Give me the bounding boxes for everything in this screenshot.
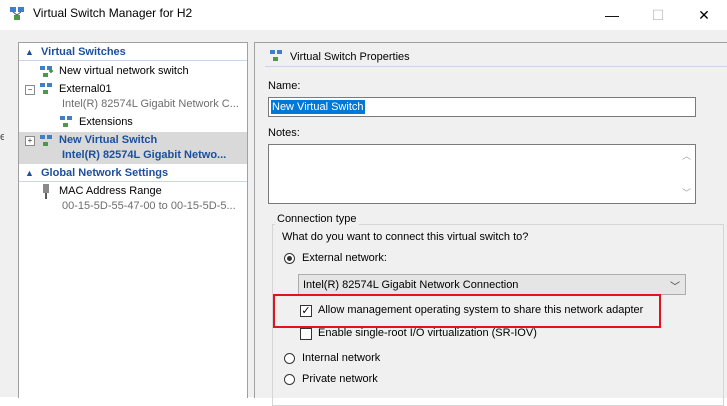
tree-item-mac-range[interactable]: MAC Address Range bbox=[59, 185, 162, 197]
network-switch-icon bbox=[270, 50, 282, 61]
mac-range-value: 00-15-5D-55-47-00 to 00-15-5D-5... bbox=[62, 200, 236, 212]
name-input[interactable]: New Virtual Switch bbox=[268, 97, 696, 117]
maximize-button: ☐ bbox=[651, 6, 665, 23]
selected-switch-name: New Virtual Switch bbox=[59, 134, 158, 146]
tree-item-external01[interactable]: External01 bbox=[59, 83, 112, 95]
tree-item-adapter: Intel(R) 82574L Gigabit Network C... bbox=[62, 98, 239, 110]
private-network-label[interactable]: Private network bbox=[302, 373, 378, 385]
expand-toggle[interactable]: + bbox=[25, 136, 35, 146]
sriov-checkbox[interactable] bbox=[300, 328, 312, 340]
internal-network-radio[interactable] bbox=[284, 353, 295, 364]
external-network-radio[interactable] bbox=[284, 253, 295, 264]
properties-title: Virtual Switch Properties bbox=[290, 51, 410, 63]
extensions-icon bbox=[60, 116, 72, 127]
collapse-icon: ▲ bbox=[25, 168, 34, 178]
external-network-label[interactable]: External network: bbox=[302, 252, 387, 264]
network-plug-icon bbox=[43, 184, 49, 199]
name-value: New Virtual Switch bbox=[271, 100, 365, 114]
connection-type-legend: Connection type bbox=[275, 213, 359, 225]
red-highlight-box bbox=[273, 294, 661, 328]
tree-item-selected[interactable]: + New Virtual Switch Intel(R) 82574L Gig… bbox=[19, 132, 247, 164]
adapter-selected-value: Intel(R) 82574L Gigabit Network Connecti… bbox=[303, 279, 519, 291]
selected-switch-adapter: Intel(R) 82574L Gigabit Netwo... bbox=[62, 149, 227, 161]
close-button[interactable]: ✕ bbox=[681, 0, 727, 30]
scroll-down-icon[interactable]: ﹀ bbox=[682, 186, 691, 199]
notes-label: Notes: bbox=[268, 127, 300, 139]
properties-header: Virtual Switch Properties bbox=[255, 43, 727, 67]
sriov-label[interactable]: Enable single-root I/O virtualization (S… bbox=[318, 327, 537, 339]
collapse-icon: ▲ bbox=[25, 47, 34, 57]
tree-item-extensions[interactable]: Extensions bbox=[79, 116, 133, 128]
add-switch-icon bbox=[40, 66, 53, 77]
network-switch-icon bbox=[40, 83, 52, 94]
title-bar: Virtual Switch Manager for H2 — ☐ ✕ bbox=[0, 0, 727, 30]
clipped-edge-text: e bbox=[0, 131, 4, 143]
chevron-down-icon: ﹀ bbox=[670, 282, 680, 293]
network-adapter-select[interactable]: Intel(R) 82574L Gigabit Network Connecti… bbox=[298, 274, 686, 295]
global-network-settings-section[interactable]: ▲ Global Network Settings bbox=[19, 166, 247, 182]
private-network-radio[interactable] bbox=[284, 374, 295, 385]
tree-item-new-switch[interactable]: New virtual network switch bbox=[59, 65, 189, 77]
internal-network-label[interactable]: Internal network bbox=[302, 352, 380, 364]
collapse-toggle[interactable]: − bbox=[25, 85, 35, 95]
section-title: Global Network Settings bbox=[41, 167, 169, 179]
network-switch-icon bbox=[40, 135, 52, 146]
notes-textarea[interactable]: ︿ ﹀ bbox=[268, 144, 696, 204]
name-label: Name: bbox=[268, 80, 301, 92]
properties-pane: Virtual Switch Properties Name: New Virt… bbox=[254, 42, 727, 406]
scroll-up-icon[interactable]: ︿ bbox=[682, 149, 691, 162]
connection-question: What do you want to connect this virtual… bbox=[282, 231, 529, 243]
section-title: Virtual Switches bbox=[41, 46, 126, 58]
minimize-button[interactable]: — bbox=[589, 0, 635, 30]
window-title: Virtual Switch Manager for H2 bbox=[33, 6, 193, 20]
virtual-switches-section[interactable]: ▲ Virtual Switches bbox=[19, 45, 247, 61]
navigation-tree: ▲ Virtual Switches New virtual network s… bbox=[18, 42, 248, 398]
network-switch-icon bbox=[10, 7, 24, 20]
